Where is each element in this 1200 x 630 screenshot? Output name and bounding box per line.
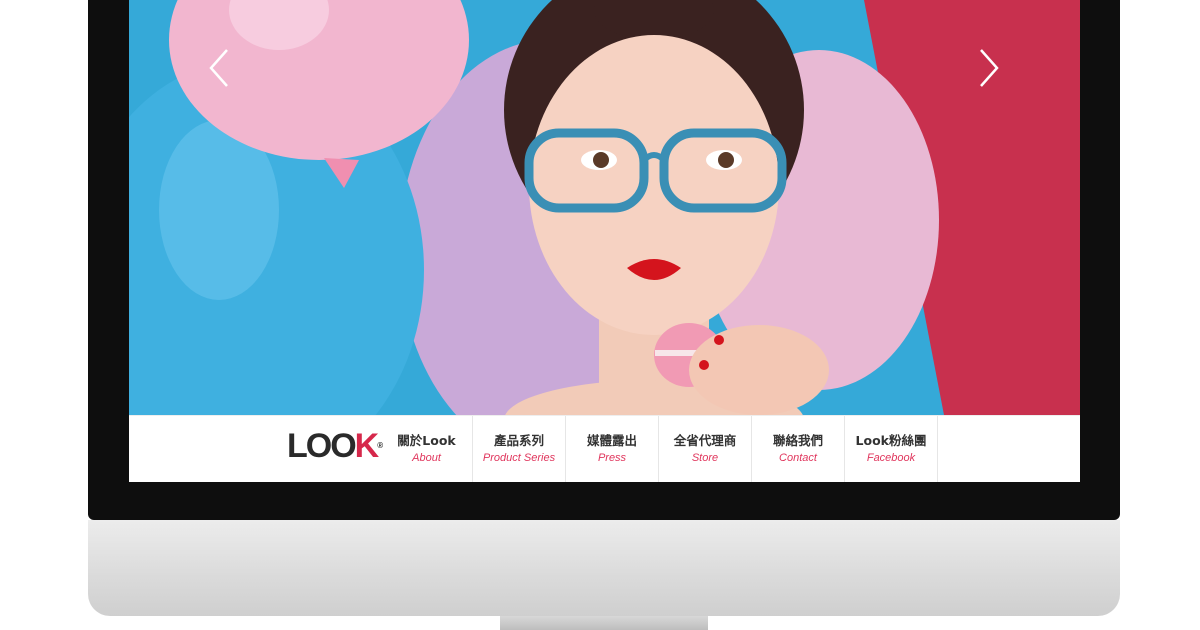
nav-item-zh-label: Look粉絲團 [855,433,927,448]
nav-item-zh-label: 產品系列 [493,433,544,448]
nav-item-facebook[interactable]: Look粉絲團 Facebook [845,416,938,482]
main-navigation: LOOK® 關於Look About 產品系列 Product Series 媒… [129,415,1080,482]
nav-item-en-label: Store [691,452,719,464]
nav-item-zh-label: 媒體露出 [586,433,637,448]
nav-item-zh-label: 全省代理商 [673,433,737,448]
nav-item-product-series[interactable]: 產品系列 Product Series [473,416,566,482]
hero-image [129,0,1080,415]
chevron-left-icon [209,49,228,87]
slider-prev-button[interactable] [201,48,241,88]
nav-item-en-label: Facebook [866,452,916,464]
nav-item-en-label: Contact [779,452,817,464]
nav-item-en-label: Press [597,452,627,464]
monitor-chin [88,520,1120,616]
nav-item-about[interactable]: 關於Look About [381,416,473,482]
hero-slide [129,0,1080,415]
nav-item-en-label: Product Series [482,452,556,464]
slider-next-button[interactable] [969,48,1009,88]
nav-item-en-label: About [412,452,441,464]
nav-item-contact[interactable]: 聯絡我們 Contact [752,416,845,482]
nav-item-press[interactable]: 媒體露出 Press [566,416,659,482]
logo-text: LOOK [287,427,379,465]
nav-item-zh-label: 聯絡我們 [772,433,823,448]
nav-menu: 關於Look About 產品系列 Product Series 媒體露出 Pr… [381,416,938,482]
nav-item-store[interactable]: 全省代理商 Store [659,416,752,482]
chevron-right-icon [980,49,999,87]
look-logo[interactable]: LOOK® [287,426,383,466]
website-screen: LOOK® 關於Look About 產品系列 Product Series 媒… [129,0,1080,482]
monitor-stand [500,616,708,630]
nav-item-zh-label: 關於Look [397,433,456,448]
